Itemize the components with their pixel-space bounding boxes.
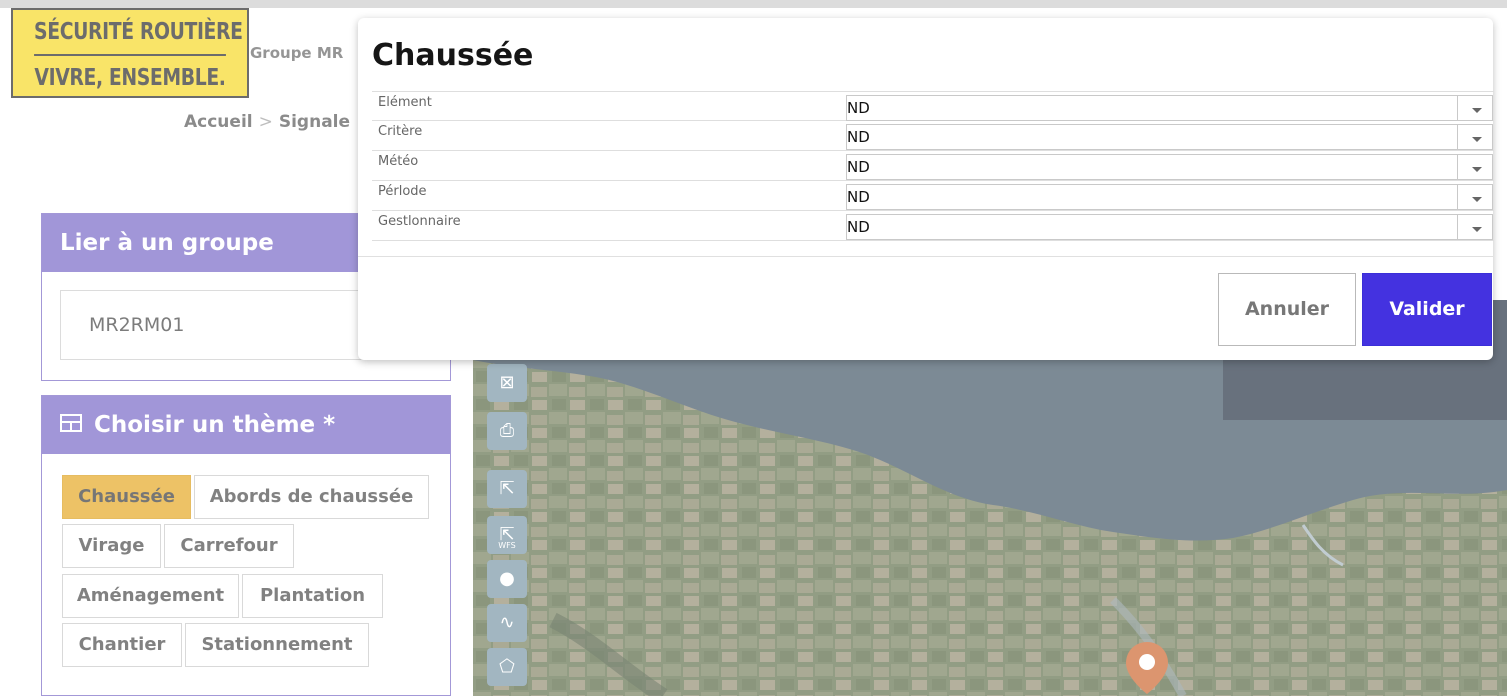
gestionnaire-select[interactable]: ND — [846, 214, 1493, 240]
chaussee-modal: Chaussée Elément ND Critère ND Météo ND … — [358, 18, 1494, 360]
meteo-value: ND — [847, 158, 870, 176]
field-row-critere: Critère ND — [372, 121, 1494, 151]
gestionnaire-value: ND — [847, 218, 870, 236]
field-label-periode: Pérlode — [378, 184, 427, 199]
meteo-select[interactable]: ND — [846, 154, 1493, 180]
chevron-down-icon[interactable] — [1457, 95, 1493, 121]
field-label-gestionnaire: Gestlonnaire — [378, 214, 461, 229]
field-label-element: Elément — [378, 95, 432, 110]
periode-value: ND — [847, 188, 870, 206]
field-row-meteo: Météo ND — [372, 151, 1494, 181]
field-label-meteo: Météo — [378, 154, 419, 169]
chevron-down-icon[interactable] — [1457, 124, 1493, 150]
critere-value: ND — [847, 128, 870, 146]
element-select[interactable]: ND — [846, 95, 1493, 121]
cancel-button[interactable]: Annuler — [1218, 273, 1356, 346]
modal-title: Chaussée — [372, 38, 534, 73]
field-row-gestionnaire: Gestlonnaire ND — [372, 211, 1494, 241]
field-row-element: Elément ND — [372, 91, 1494, 121]
field-row-periode: Pérlode ND — [372, 181, 1494, 211]
field-label-critere: Critère — [378, 124, 423, 139]
chevron-down-icon[interactable] — [1457, 214, 1493, 240]
element-value: ND — [847, 99, 870, 117]
critere-select[interactable]: ND — [846, 124, 1493, 150]
criteria-table: Elément ND Critère ND Météo ND Pérlode N… — [372, 91, 1494, 241]
modal-divider — [358, 256, 1493, 257]
chevron-down-icon[interactable] — [1457, 154, 1493, 180]
validate-button[interactable]: Valider — [1362, 273, 1492, 346]
periode-select[interactable]: ND — [846, 184, 1493, 210]
chevron-down-icon[interactable] — [1457, 184, 1493, 210]
